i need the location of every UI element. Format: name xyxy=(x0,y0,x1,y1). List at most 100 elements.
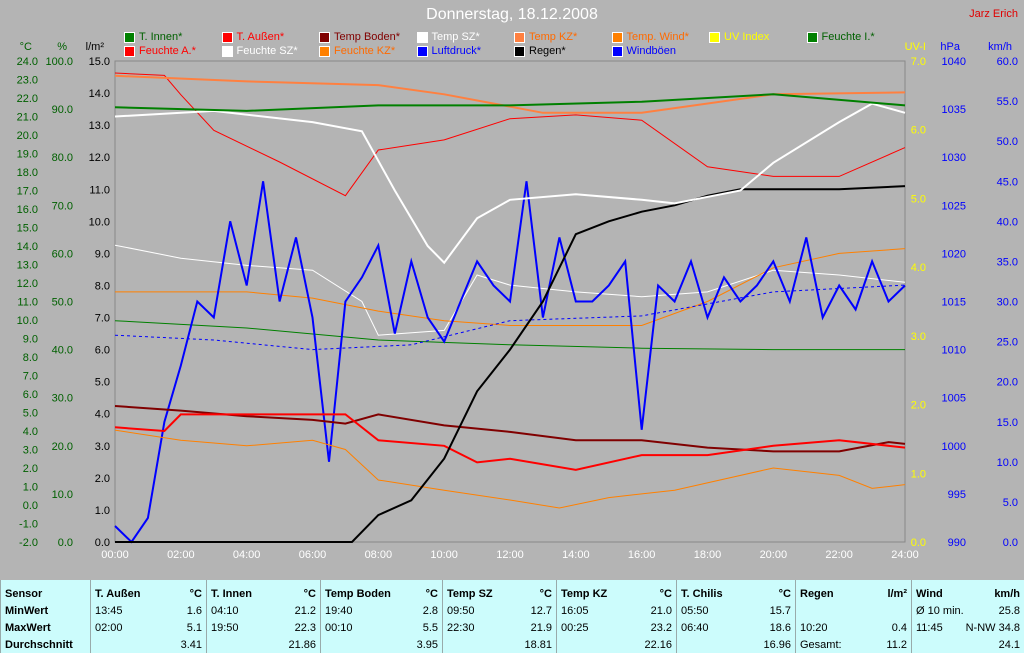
cell-label: 13:45 xyxy=(95,605,123,617)
table-column: Temp Boden °C 19:40 2.8 00:10 5.5 3.95 xyxy=(320,580,442,653)
table-row: 19:40 2.8 xyxy=(325,603,438,619)
table-row: 04:10 21.2 xyxy=(211,603,316,619)
axis-tick-hpa: 1020 xyxy=(942,248,966,260)
cell-value: 5.5 xyxy=(422,622,438,634)
cell-label: 02:00 xyxy=(95,622,123,634)
axis-tick-uv: 1.0 xyxy=(911,468,926,480)
axis-tick-celsius: 11.0 xyxy=(17,297,38,309)
cell-label: Temp KZ xyxy=(561,588,608,600)
cell-value: 22.16 xyxy=(644,639,672,651)
cell-label: Durchschnitt xyxy=(5,639,73,651)
cell-label: 22:30 xyxy=(447,622,475,634)
axis-tick-celsius: 19.0 xyxy=(17,149,38,161)
cell-label: 05:50 xyxy=(681,605,709,617)
cell-value: 23.2 xyxy=(650,622,672,634)
cell-value: N-NW 34.8 xyxy=(965,622,1020,634)
table-row: MinWert xyxy=(5,603,86,619)
axis-tick-celsius: 12.0 xyxy=(17,278,38,290)
table-row: 22:30 21.9 xyxy=(447,620,552,636)
x-tick-label: 12:00 xyxy=(496,549,524,561)
cell-value: 11.2 xyxy=(886,639,907,651)
axis-tick-celsius: 7.0 xyxy=(23,371,38,383)
axis-tick-celsius: 4.0 xyxy=(23,426,38,438)
table-row: 09:50 12.7 xyxy=(447,603,552,619)
table-row: T. Außen °C xyxy=(95,586,202,602)
cell-label: Gesamt: xyxy=(800,639,842,651)
cell-value: 21.2 xyxy=(294,605,316,617)
axis-tick-rain: 10.0 xyxy=(89,216,110,228)
cell-label: 19:50 xyxy=(211,622,239,634)
axis-tick-percent: 10.0 xyxy=(52,489,73,501)
x-tick-label: 18:00 xyxy=(694,549,722,561)
axis-tick-hpa: 1010 xyxy=(942,345,966,357)
cell-value: 2.8 xyxy=(422,605,438,617)
cell-label: T. Chilis xyxy=(681,588,723,600)
stats-table: Sensor MinWert MaxWert Durchschnitt T. Außen… xyxy=(0,580,1024,653)
x-tick-label: 22:00 xyxy=(825,549,853,561)
axis-tick-hpa: 990 xyxy=(948,537,966,549)
axis-tick-percent: 30.0 xyxy=(52,393,73,405)
table-column: T. Innen °C 04:10 21.2 19:50 22.3 21.86 xyxy=(206,580,320,653)
table-row: Durchschnitt xyxy=(5,637,86,653)
x-tick-label: 14:00 xyxy=(562,549,590,561)
cell-value: °C xyxy=(425,588,438,600)
table-row: T. Innen °C xyxy=(211,586,316,602)
x-tick-label: 10:00 xyxy=(430,549,458,561)
cell-label: MinWert xyxy=(5,605,49,617)
axis-tick-hpa: 1040 xyxy=(942,56,966,68)
table-row: Gesamt: 11.2 xyxy=(800,637,907,653)
x-tick-label: 00:00 xyxy=(101,549,129,561)
x-tick-label: 24:00 xyxy=(891,549,919,561)
axis-tick-rain: 13.0 xyxy=(89,120,110,132)
axis-tick-celsius: 6.0 xyxy=(23,389,38,401)
cell-label: Ø 10 min. xyxy=(916,605,964,617)
axis-tick-rain: 11.0 xyxy=(89,184,110,196)
axis-tick-percent: 60.0 xyxy=(52,248,73,260)
axis-tick-celsius: 21.0 xyxy=(17,112,38,124)
axis-tick-kmh: 5.0 xyxy=(1003,497,1018,509)
cell-value: 18.81 xyxy=(524,639,552,651)
cell-value: 18.6 xyxy=(769,622,791,634)
axis-tick-rain: 1.0 xyxy=(95,505,110,517)
axis-tick-celsius: 18.0 xyxy=(17,167,38,179)
axis-tick-kmh: 55.0 xyxy=(997,96,1018,108)
table-row: Wind km/h xyxy=(916,586,1020,602)
table-row: 18.81 xyxy=(447,637,552,653)
cell-value: °C xyxy=(539,588,552,600)
table-row: 06:40 18.6 xyxy=(681,620,791,636)
axis-tick-percent: 0.0 xyxy=(58,537,73,549)
axis-tick-kmh: 25.0 xyxy=(997,337,1018,349)
x-tick-label: 04:00 xyxy=(233,549,261,561)
table-column: Temp SZ °C 09:50 12.7 22:30 21.9 18.81 xyxy=(442,580,556,653)
axis-tick-uv: 0.0 xyxy=(911,537,926,549)
axis-tick-celsius: 13.0 xyxy=(17,260,38,272)
table-row: 16:05 21.0 xyxy=(561,603,672,619)
x-tick-label: 08:00 xyxy=(365,549,393,561)
axis-tick-kmh: 45.0 xyxy=(997,176,1018,188)
axis-tick-kmh: 0.0 xyxy=(1003,537,1018,549)
table-row xyxy=(800,603,907,619)
cell-label: Temp SZ xyxy=(447,588,493,600)
x-tick-label: 02:00 xyxy=(167,549,195,561)
table-row: 05:50 15.7 xyxy=(681,603,791,619)
axis-tick-celsius: 20.0 xyxy=(17,130,38,142)
axis-tick-celsius: 22.0 xyxy=(17,93,38,105)
cell-label: Temp Boden xyxy=(325,588,391,600)
cell-value: °C xyxy=(778,588,791,600)
axis-tick-rain: 7.0 xyxy=(95,313,110,325)
axis-tick-uv: 7.0 xyxy=(911,56,926,68)
axis-tick-celsius: 24.0 xyxy=(17,56,38,68)
cell-value: 16.96 xyxy=(763,639,791,651)
axis-tick-uv: 5.0 xyxy=(911,193,926,205)
table-row: 02:00 5.1 xyxy=(95,620,202,636)
cell-value: 5.1 xyxy=(186,622,202,634)
axis-tick-celsius: 3.0 xyxy=(23,445,38,457)
cell-label: MaxWert xyxy=(5,622,51,634)
cell-value: 21.86 xyxy=(288,639,316,651)
cell-value: 22.3 xyxy=(294,622,316,634)
axis-tick-hpa: 1030 xyxy=(942,152,966,164)
cell-label: 04:10 xyxy=(211,605,239,617)
table-row: 16.96 xyxy=(681,637,791,653)
table-row: T. Chilis °C xyxy=(681,586,791,602)
axis-tick-rain: 15.0 xyxy=(89,56,110,68)
